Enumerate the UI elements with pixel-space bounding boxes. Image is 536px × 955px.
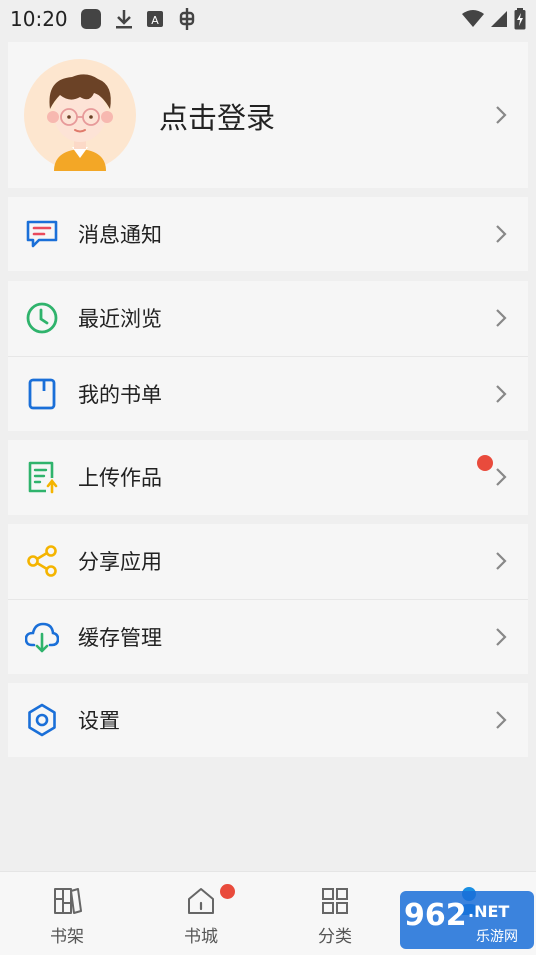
watermark-number: 962 xyxy=(404,898,467,933)
nav-label: 书架 xyxy=(50,927,84,947)
status-time: 10:20 xyxy=(10,7,68,31)
chevron-right-icon xyxy=(496,385,507,403)
chevron-right-icon xyxy=(496,309,507,327)
app-notification-icon xyxy=(80,9,101,29)
menu-item-cache[interactable]: 缓存管理 xyxy=(8,600,528,674)
wifi-icon xyxy=(462,10,484,27)
chevron-right-icon xyxy=(496,552,507,570)
watermark-sub: 乐游网 xyxy=(476,929,518,945)
download-icon xyxy=(115,10,132,29)
bug-icon xyxy=(179,8,194,30)
keyboard-a-icon: A xyxy=(146,11,163,27)
nav-label: 书城 xyxy=(184,927,218,947)
menu-label: 缓存管理 xyxy=(78,626,162,650)
cloud-download-icon xyxy=(25,622,59,653)
home-icon xyxy=(188,888,214,914)
nav-label: 分类 xyxy=(318,927,352,947)
menu-item-share[interactable]: 分享应用 xyxy=(8,524,528,598)
chevron-right-icon xyxy=(496,711,507,729)
menu-item-booklist[interactable]: 我的书单 xyxy=(8,357,528,431)
notification-dot xyxy=(477,455,493,471)
status-left: 10:20 A xyxy=(10,7,198,31)
clock-icon xyxy=(26,302,58,334)
browse-card: 最近浏览 我的书单 xyxy=(8,281,528,431)
chevron-right-icon xyxy=(496,225,507,243)
signal-icon xyxy=(491,11,507,27)
watermark-suffix: .NET xyxy=(468,902,509,921)
svg-text:A: A xyxy=(151,14,159,27)
watermark-logo: 962 .NET 乐游网 xyxy=(400,891,534,949)
avatar[interactable] xyxy=(24,59,136,171)
nav-bookshelf[interactable]: 书架 xyxy=(0,872,134,955)
nav-category[interactable]: 分类 xyxy=(268,872,402,955)
bookshelf-icon xyxy=(54,888,82,914)
message-icon xyxy=(26,220,58,248)
chevron-right-icon xyxy=(496,628,507,646)
app-card: 分享应用 缓存管理 xyxy=(8,524,528,674)
menu-item-recent[interactable]: 最近浏览 xyxy=(8,281,528,355)
book-icon xyxy=(28,378,56,410)
upload-document-icon xyxy=(28,461,58,494)
menu-item-upload[interactable]: 上传作品 xyxy=(8,440,528,514)
battery-icon xyxy=(514,8,526,30)
notifications-card: 消息通知 xyxy=(8,197,528,271)
menu-label: 消息通知 xyxy=(78,223,162,247)
settings-card: 设置 xyxy=(8,683,528,757)
menu-label: 最近浏览 xyxy=(78,307,162,331)
gear-icon xyxy=(28,703,56,737)
menu-label: 设置 xyxy=(78,709,120,733)
menu-label: 我的书单 xyxy=(78,383,162,407)
share-icon xyxy=(27,545,57,577)
upload-card: 上传作品 xyxy=(8,440,528,515)
menu-label: 分享应用 xyxy=(78,550,162,574)
menu-item-notifications[interactable]: 消息通知 xyxy=(8,197,528,271)
status-right xyxy=(462,8,526,30)
notification-dot xyxy=(220,884,235,899)
profile-card[interactable]: 点击登录 xyxy=(8,42,528,188)
grid-icon xyxy=(322,888,348,914)
chevron-right-icon xyxy=(496,106,507,124)
menu-label: 上传作品 xyxy=(78,466,162,490)
status-bar: 10:20 A xyxy=(0,0,536,38)
chevron-right-icon xyxy=(496,468,507,486)
nav-bookstore[interactable]: 书城 xyxy=(134,872,268,955)
login-label[interactable]: 点击登录 xyxy=(159,95,275,137)
menu-item-settings[interactable]: 设置 xyxy=(8,683,528,757)
